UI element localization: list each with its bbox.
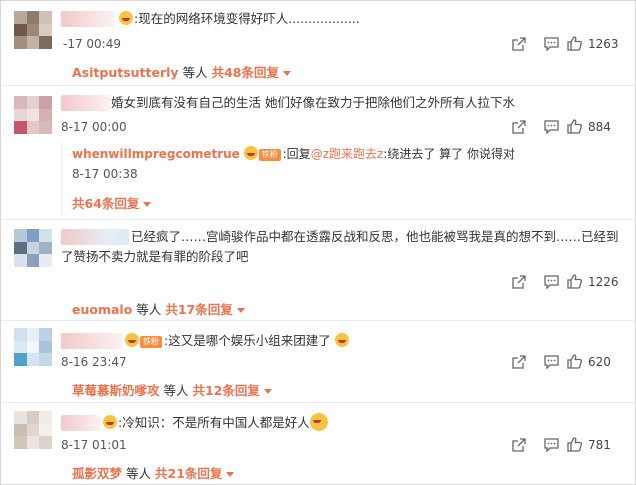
avatar[interactable] (14, 229, 52, 267)
divider (1, 320, 636, 321)
fan-badge: 铁粉 (140, 336, 162, 348)
username-blurred[interactable] (61, 95, 111, 111)
chevron-down-icon (143, 202, 152, 207)
share-button[interactable] (503, 354, 535, 369)
sub-reply: whenwillmpregcometrue 铁粉:回复@z跑来跑去z:绕进去了 … (61, 143, 621, 215)
share-icon (512, 274, 526, 289)
comment-time: 8-16 23:47 (61, 355, 127, 369)
like-count: 884 (588, 119, 611, 134)
comment-actions: 781 (503, 437, 619, 452)
thumbs-up-icon (567, 437, 582, 452)
divider (1, 219, 636, 220)
thumbs-up-icon (567, 274, 582, 289)
more-replies-link[interactable]: euomalo 等人 共17条回复 (72, 299, 245, 318)
like-count: 1226 (588, 274, 619, 289)
more-replies-link[interactable]: 草莓慕斯奶嗲攻 等人 共12条回复 (72, 380, 272, 399)
avatar[interactable] (14, 328, 52, 366)
reply-username[interactable]: Asitputsutterly (72, 65, 179, 80)
thumbs-up-icon (567, 36, 582, 51)
thumbs-up-icon (567, 119, 582, 134)
sub-reply-time: 8-17 00:38 (72, 167, 138, 181)
reply-username[interactable]: 孤影双梦 (72, 466, 122, 481)
reply-count[interactable]: 共48条回复 (212, 65, 279, 80)
reply-count[interactable]: 共17条回复 (165, 302, 232, 317)
like-button[interactable]: 620 (567, 354, 619, 369)
comment-actions: 884 (503, 119, 619, 134)
comment-actions: 1263 (503, 36, 619, 51)
like-count: 781 (588, 437, 611, 452)
like-button[interactable]: 781 (567, 437, 619, 452)
like-button[interactable]: 884 (567, 119, 619, 134)
emoji-icon (119, 11, 133, 25)
avatar[interactable] (14, 411, 52, 449)
shy-emoji-icon (309, 413, 328, 431)
share-button[interactable] (503, 36, 535, 51)
chevron-down-icon (282, 71, 291, 76)
thumbs-up-icon (567, 354, 582, 369)
share-icon (512, 119, 526, 134)
comment-text: :现在的网络环境变得好吓人.................. (119, 9, 615, 29)
more-replies-link[interactable]: 孤影双梦 等人 共21条回复 (72, 463, 235, 482)
comment-icon (543, 437, 559, 452)
comment-button[interactable] (535, 36, 567, 51)
comment-text: 已经疯了……宫崎骏作品中都在透露反战和反思，他也能被骂我是真的想不到……已经到了… (61, 229, 619, 264)
comment-button[interactable] (535, 119, 567, 134)
comment-icon (543, 119, 559, 134)
comment-button[interactable] (535, 354, 567, 369)
share-icon (512, 36, 526, 51)
comment-icon (543, 354, 559, 369)
chevron-down-icon (236, 308, 245, 313)
comment-icon (543, 36, 559, 51)
comment-button[interactable] (535, 437, 567, 452)
reply-count[interactable]: 共21条回复 (155, 466, 222, 481)
like-count: 1263 (588, 36, 619, 51)
comment-time: 8-17 00:00 (61, 120, 127, 134)
username-blurred[interactable] (61, 415, 101, 431)
reply-count[interactable]: 共64条回复 (72, 196, 139, 211)
more-replies-link[interactable]: 共64条回复 (72, 193, 152, 212)
sub-reply-text: whenwillmpregcometrue 铁粉:回复@z跑来跑去z:绕进去了 … (72, 146, 515, 161)
like-button[interactable]: 1263 (567, 36, 619, 51)
comment-panel: :现在的网络环境变得好吓人.................. -17 00:4… (0, 0, 636, 485)
comment-actions: 1226 (503, 274, 619, 289)
username-blurred[interactable] (61, 11, 115, 27)
like-count: 620 (588, 354, 611, 369)
comment-icon (543, 274, 559, 289)
share-icon (512, 437, 526, 452)
share-icon (512, 354, 526, 369)
comment-actions: 620 (503, 354, 619, 369)
comment-text: 婚女到底有没有自己的生活 她们好像在致力于把除他们之外所有人拉下水 (111, 95, 515, 110)
more-replies-link[interactable]: Asitputsutterly 等人 共48条回复 (72, 62, 291, 81)
sub-reply-username[interactable]: whenwillmpregcometrue (72, 147, 240, 161)
divider (1, 402, 636, 403)
chevron-down-icon (263, 389, 272, 394)
reply-username[interactable]: euomalo (72, 302, 132, 317)
mention-link[interactable]: @z跑来跑去z (311, 147, 384, 161)
comment-text: :冷知识：不是所有中国人都是好人 (103, 413, 615, 433)
like-button[interactable]: 1226 (567, 274, 619, 289)
comment-time: 8-17 01:01 (61, 438, 127, 452)
emoji-icon (125, 333, 139, 347)
laughing-emoji-icon (334, 333, 349, 347)
comment-time: -17 00:49 (63, 37, 121, 51)
divider (1, 85, 636, 86)
emoji-icon (243, 146, 258, 160)
avatar[interactable] (14, 11, 52, 49)
username-blurred[interactable] (61, 333, 123, 349)
avatar[interactable] (14, 96, 52, 134)
emoji-icon (103, 415, 117, 429)
comment-button[interactable] (535, 274, 567, 289)
share-button[interactable] (503, 119, 535, 134)
fan-badge: 铁粉 (258, 149, 281, 161)
comment-text: 铁粉:这又是哪个娱乐小组来团建了 (125, 331, 615, 351)
chevron-down-icon (226, 472, 235, 477)
reply-username[interactable]: 草莓慕斯奶嗲攻 (72, 383, 160, 398)
share-button[interactable] (503, 437, 535, 452)
share-button[interactable] (503, 274, 535, 289)
reply-count[interactable]: 共12条回复 (193, 383, 260, 398)
